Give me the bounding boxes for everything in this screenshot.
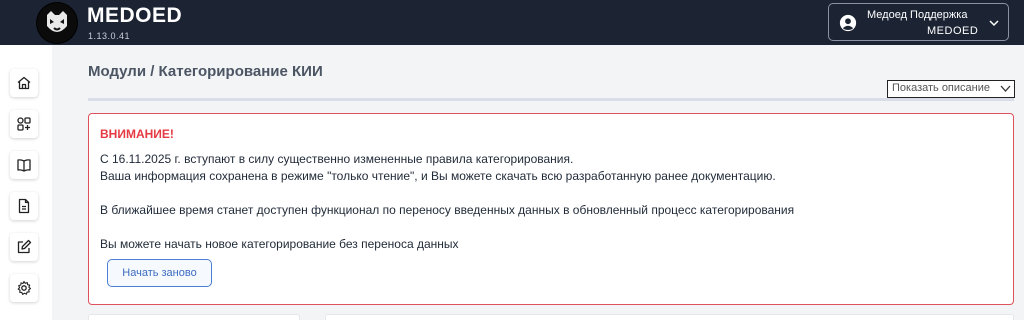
chevron-down-icon <box>989 20 999 27</box>
chevron-down-icon <box>1000 85 1011 92</box>
gear-icon <box>17 280 32 295</box>
top-bar: MEDOED 1.13.0.41 Медоед Поддержка MEDOED <box>0 0 1024 45</box>
sidebar <box>0 45 52 320</box>
modules-icon <box>17 117 31 131</box>
sidebar-item-documents[interactable] <box>10 192 38 220</box>
warning-alert: ВНИМАНИЕ! С 16.11.2025 г. вступают в сил… <box>88 113 1014 305</box>
alert-line-1: С 16.11.2025 г. вступают в силу существе… <box>100 152 574 166</box>
content-card <box>88 314 300 320</box>
user-menu[interactable]: Медоед Поддержка MEDOED <box>828 3 1009 41</box>
page-title: Модули / Категорирование КИИ <box>88 63 323 80</box>
sidebar-item-home[interactable] <box>10 69 38 97</box>
user-icon <box>839 14 857 32</box>
alert-line-3: В ближайшее время станет доступен функци… <box>100 203 795 217</box>
sidebar-item-modules[interactable] <box>10 110 38 138</box>
home-icon <box>17 76 31 90</box>
document-icon <box>18 198 30 214</box>
edit-icon <box>17 239 32 254</box>
show-description-select[interactable]: Показать описание <box>887 80 1015 98</box>
alert-title: ВНИМАНИЕ! <box>100 127 174 141</box>
sidebar-item-edit[interactable] <box>10 233 38 261</box>
book-icon <box>17 159 31 172</box>
logo[interactable] <box>36 2 78 44</box>
show-description-label: Показать описание <box>892 82 990 94</box>
brand-name: MEDOED <box>87 4 183 27</box>
restart-button[interactable]: Начать заново <box>107 259 212 287</box>
user-name: Медоед Поддержка <box>867 9 968 21</box>
app-version: 1.13.0.41 <box>88 31 131 41</box>
title-divider <box>88 98 1014 101</box>
user-org: MEDOED <box>927 25 979 37</box>
content-card <box>325 314 1014 320</box>
sidebar-item-settings[interactable] <box>10 274 38 302</box>
alert-line-2: Ваша информация сохранена в режиме "толь… <box>100 169 776 183</box>
sidebar-item-library[interactable] <box>10 151 38 179</box>
alert-line-4: Вы можете начать новое категорирование б… <box>100 237 459 251</box>
